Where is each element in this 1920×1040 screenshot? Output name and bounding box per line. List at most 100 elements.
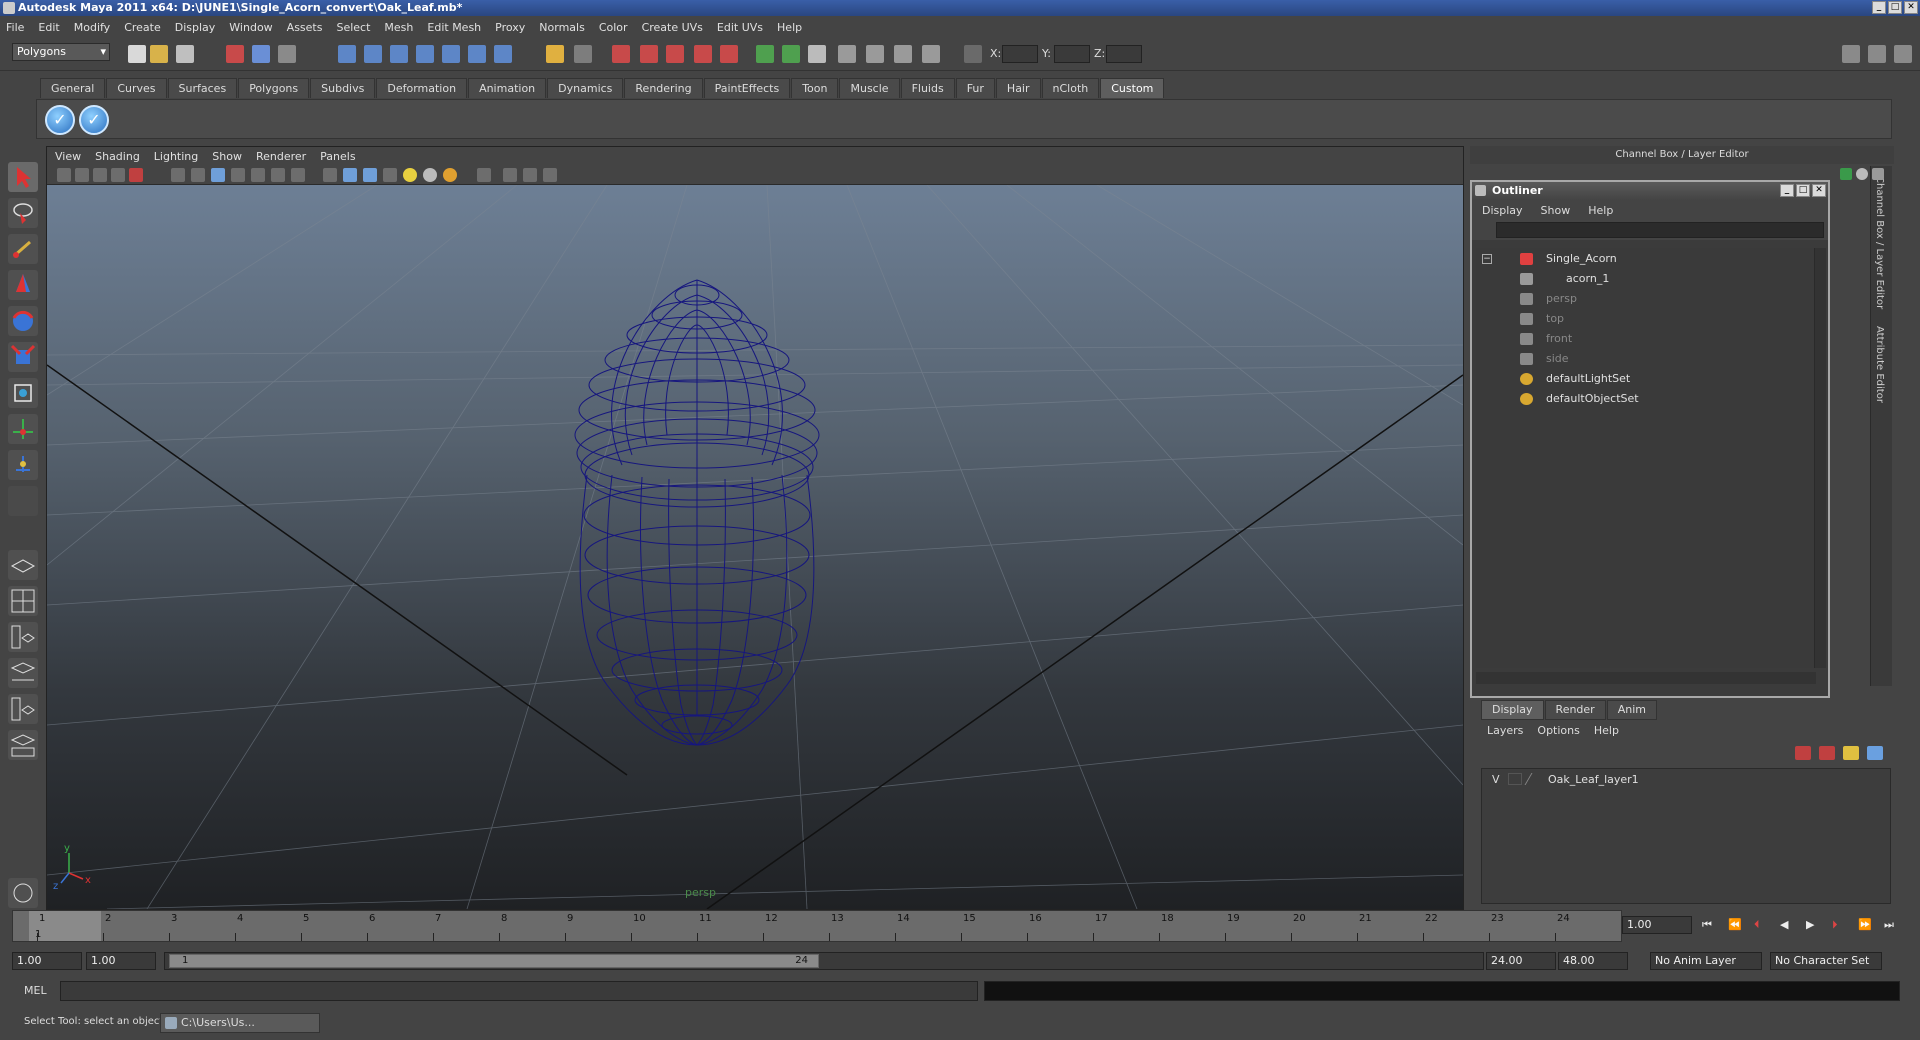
outliner-minimize-button[interactable]: _ [1780,184,1794,197]
playback-start-field[interactable]: 1.00 [86,952,156,970]
menu-normals[interactable]: Normals [539,21,585,34]
render-settings-icon[interactable] [666,45,684,63]
shaded-cube-icon[interactable] [343,168,357,182]
shelf-tab-surfaces[interactable]: Surfaces [167,78,238,98]
select-component-icon[interactable] [278,45,296,63]
menu-edit-uvs[interactable]: Edit UVs [717,21,763,34]
snap-view-icon[interactable] [416,45,434,63]
play-forwards-icon[interactable]: ▶ [1806,918,1814,931]
shelf-tab-toon[interactable]: Toon [791,78,839,98]
range-slider-handle[interactable]: 1 24 [169,954,819,968]
new-scene-icon[interactable] [128,45,146,63]
last-tool-slot[interactable] [8,486,38,516]
camera-select-icon[interactable] [57,168,71,182]
select-tool-icon[interactable] [8,162,38,192]
shelf-tab-subdivs[interactable]: Subdivs [310,78,376,98]
paint-select-tool-icon[interactable] [8,234,38,264]
shelf-tab-ncloth[interactable]: nCloth [1041,78,1100,98]
shelf-tab-fluids[interactable]: Fluids [900,78,955,98]
time-slider[interactable]: 1 1 2 3 4 5 6 7 8 9 10 11 12 13 14 15 16 17 18 19 20 21 22 23 2… [12,910,1622,942]
viewport-canvas[interactable]: y x z [46,184,1464,910]
vp-menu-show[interactable]: Show [212,150,242,163]
menu-proxy[interactable]: Proxy [495,21,525,34]
menu-assets[interactable]: Assets [287,21,323,34]
playback-end-field[interactable]: 24.00 [1486,952,1556,970]
layer-tab-display[interactable]: Display [1481,700,1544,720]
menu-help[interactable]: Help [777,21,802,34]
menu-window[interactable]: Window [229,21,272,34]
new-layer-icon[interactable] [1795,746,1811,760]
frame-selected-icon[interactable] [523,168,537,182]
maximize-button[interactable]: □ [1888,1,1902,14]
film-gate-icon[interactable] [191,168,205,182]
vp-menu-lighting[interactable]: Lighting [154,150,198,163]
vp-menu-view[interactable]: View [55,150,81,163]
outliner-item-front[interactable]: front [1476,330,1806,348]
outliner-maximize-button[interactable]: □ [1796,184,1810,197]
vp-menu-renderer[interactable]: Renderer [256,150,306,163]
outliner-item-default-object-set[interactable]: defaultObjectSet [1476,390,1806,408]
snap-curve-icon[interactable] [364,45,382,63]
persp-graph-layout-icon[interactable] [8,658,38,688]
render-view-icon[interactable] [720,45,738,63]
shelf-tab-curves[interactable]: Curves [106,78,167,98]
layer-star-icon[interactable] [1843,746,1859,760]
display-icon[interactable] [1856,168,1868,180]
shelf-tab-painteffects[interactable]: PaintEffects [703,78,791,98]
help-query-icon[interactable] [494,45,512,63]
outliner-titlebar[interactable]: Outliner _ □ ✕ [1472,182,1828,200]
camera-attr-icon[interactable] [75,168,89,182]
outliner-menu-display[interactable]: Display [1482,204,1523,217]
toggle-tool-settings-icon[interactable] [1868,45,1886,63]
new-layer-selected-icon[interactable] [1819,746,1835,760]
step-back-frame-icon[interactable]: ⏪ [1728,918,1742,931]
lasso-tool-icon[interactable] [8,198,38,228]
outliner-menu-help[interactable]: Help [1588,204,1613,217]
hypergraph-icon[interactable] [866,45,884,63]
menuset-dropdown[interactable]: Polygons ▾ [12,43,110,61]
all-lights-icon[interactable] [423,168,437,182]
mel-label[interactable]: MEL [24,984,47,997]
snap-point-icon[interactable] [390,45,408,63]
taskbar-button[interactable]: C:\Users\Us... [160,1013,320,1033]
output-ops-icon[interactable] [782,45,800,63]
perspective-viewport[interactable]: View Shading Lighting Show Renderer Pane… [46,146,1464,910]
shelf-tab-deformation[interactable]: Deformation [376,78,468,98]
shelf-tab-rendering[interactable]: Rendering [624,78,703,98]
quick-layout-icon[interactable] [8,878,38,908]
history-icon[interactable] [468,45,486,63]
select-highlight-icon[interactable] [574,45,592,63]
select-object-icon[interactable] [252,45,270,63]
input-ops-icon[interactable] [756,45,774,63]
four-pane-layout-icon[interactable] [8,586,38,616]
checker-icon[interactable] [383,168,397,182]
layer-tab-render[interactable]: Render [1544,700,1606,720]
go-to-start-icon[interactable]: ⏮ [1702,918,1712,932]
single-pane-layout-icon[interactable] [8,550,38,580]
hypershade-icon[interactable] [694,45,712,63]
outliner-item-persp[interactable]: persp [1476,290,1806,308]
toggle-channel-box-icon[interactable] [1894,45,1912,63]
scale-tool-icon[interactable] [8,342,38,372]
move-tool-icon[interactable] [8,270,38,300]
show-manip-icon[interactable] [8,450,38,480]
outliner-menu-show[interactable]: Show [1541,204,1571,217]
step-forward-frame-icon[interactable]: ⏩ [1858,918,1872,931]
attribute-icon[interactable] [922,45,940,63]
image-plane-icon[interactable] [111,168,125,182]
toggle-attribute-editor-icon[interactable] [1842,45,1860,63]
layer-tab-anim[interactable]: Anim [1606,700,1657,720]
layer-type-toggle[interactable] [1508,773,1522,785]
menu-display[interactable]: Display [175,21,216,34]
menu-edit-mesh[interactable]: Edit Mesh [427,21,481,34]
wire-cube-icon[interactable] [323,168,337,182]
mel-input[interactable] [60,981,978,1001]
lock-icon[interactable] [546,45,564,63]
graph-editor-icon[interactable] [838,45,856,63]
vp-menu-panels[interactable]: Panels [320,150,355,163]
checkmark-shelf-icon-2[interactable]: ✓ [79,105,109,135]
outliner-item-top[interactable]: top [1476,310,1806,328]
channels-icon[interactable] [1840,168,1852,180]
outliner-item-default-light-set[interactable]: defaultLightSet [1476,370,1806,388]
menu-select[interactable]: Select [336,21,370,34]
